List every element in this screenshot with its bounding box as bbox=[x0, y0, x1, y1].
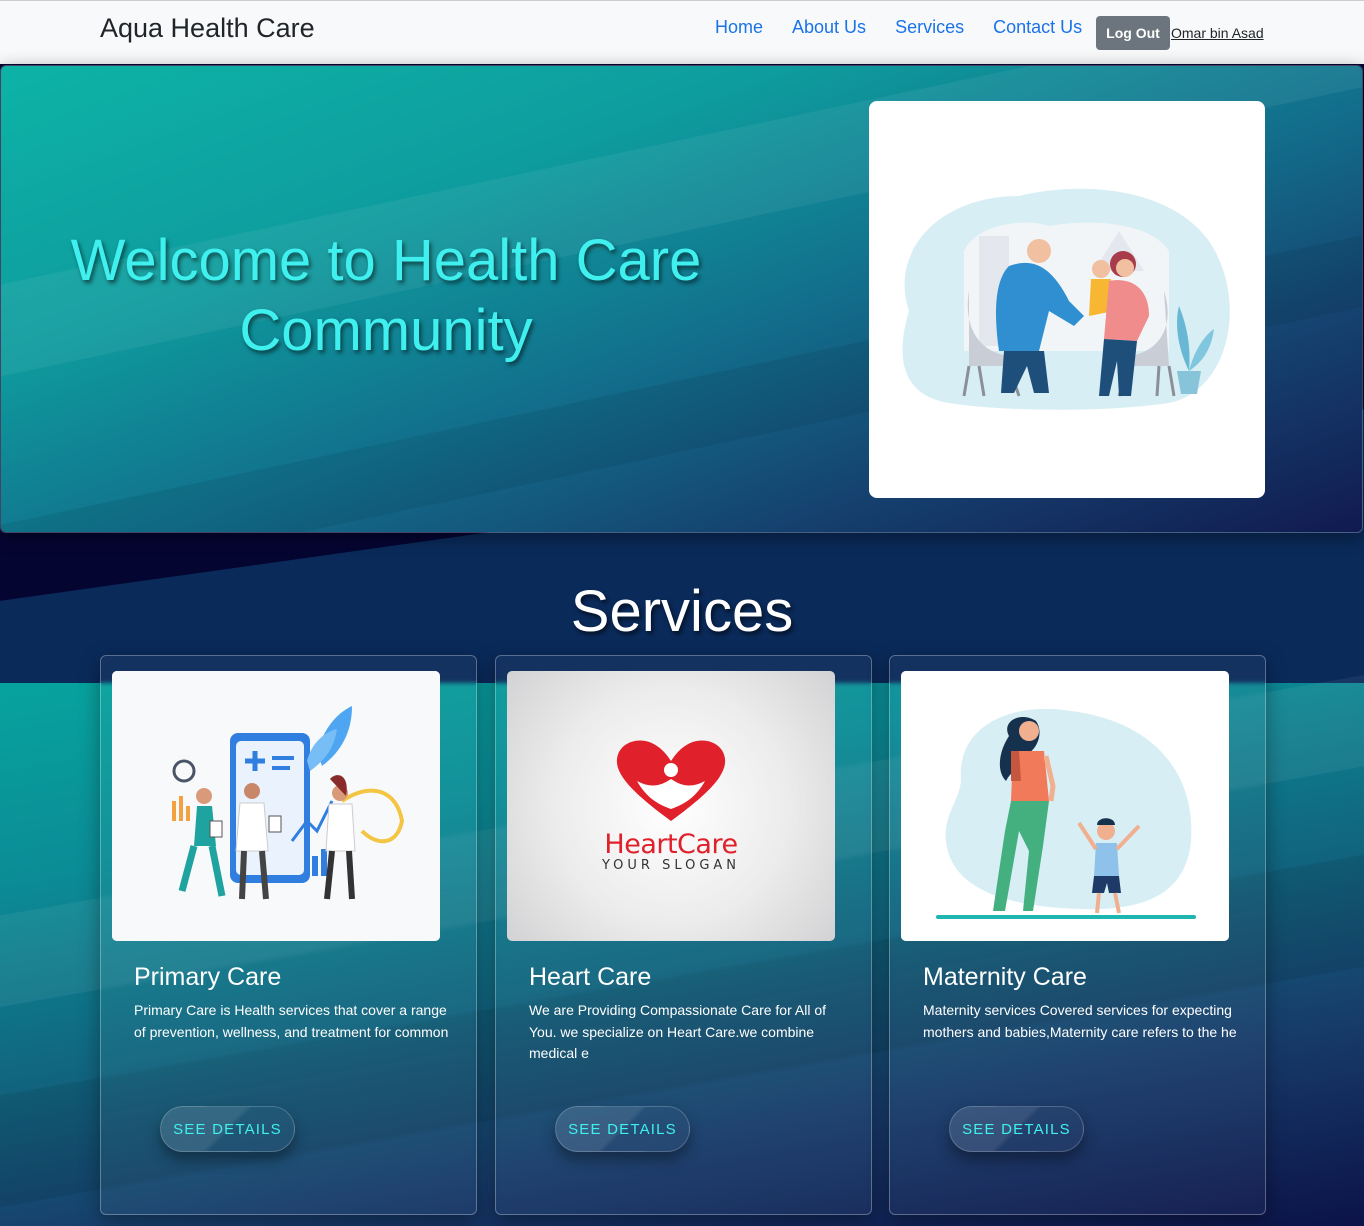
logout-button[interactable]: Log Out bbox=[1096, 16, 1170, 50]
see-details-button[interactable]: See Details bbox=[555, 1106, 690, 1152]
service-card-heart-care: HeartCare YOUR SLOGAN Heart Care We are … bbox=[495, 655, 872, 1215]
nav-links: Home About Us Services Contact Us bbox=[715, 17, 1111, 38]
card-description: Primary Care is Health services that cov… bbox=[134, 1002, 449, 1040]
nav-services[interactable]: Services bbox=[895, 17, 964, 38]
user-name-link[interactable]: Omar bin Asad bbox=[1171, 25, 1264, 41]
heartcare-logo-text: HeartCare bbox=[507, 829, 835, 860]
hero-title: Welcome to Health Care Community bbox=[21, 226, 751, 366]
card-title: Heart Care bbox=[529, 963, 652, 991]
service-card-maternity-care: Maternity Care Maternity services Covere… bbox=[889, 655, 1266, 1215]
nav-home[interactable]: Home bbox=[715, 17, 763, 38]
service-card-primary-care: Primary Care Primary Care is Health serv… bbox=[100, 655, 477, 1215]
mother-child-illustration-icon bbox=[901, 671, 1229, 941]
nav-contact-us[interactable]: Contact Us bbox=[993, 17, 1082, 38]
heartcare-logo-wordmark: HeartCare bbox=[604, 829, 738, 860]
see-details-button[interactable]: See Details bbox=[160, 1106, 295, 1152]
doctor-consultation-illustration-icon bbox=[869, 101, 1265, 498]
nav-about-us[interactable]: About Us bbox=[792, 17, 866, 38]
brand-logo-text[interactable]: Aqua Health Care bbox=[100, 13, 315, 44]
card-description: Maternity services Covered services for … bbox=[923, 1002, 1237, 1040]
services-heading: Services bbox=[570, 579, 794, 644]
hero-title-line2: Community bbox=[239, 298, 533, 363]
card-title: Primary Care bbox=[134, 963, 282, 991]
card-title: Maternity Care bbox=[923, 963, 1087, 991]
heartcare-slogan: YOUR SLOGAN bbox=[601, 858, 741, 873]
hero-title-line1: Welcome to Health Care bbox=[70, 228, 702, 293]
heartcare-logo-icon: HeartCare YOUR SLOGAN bbox=[507, 671, 835, 941]
card-description: We are Providing Compassionate Care for … bbox=[529, 1002, 826, 1061]
primary-care-illustration-icon bbox=[112, 671, 440, 941]
see-details-button[interactable]: See Details bbox=[949, 1106, 1084, 1152]
navbar: Aqua Health Care Home About Us Services … bbox=[0, 0, 1364, 64]
